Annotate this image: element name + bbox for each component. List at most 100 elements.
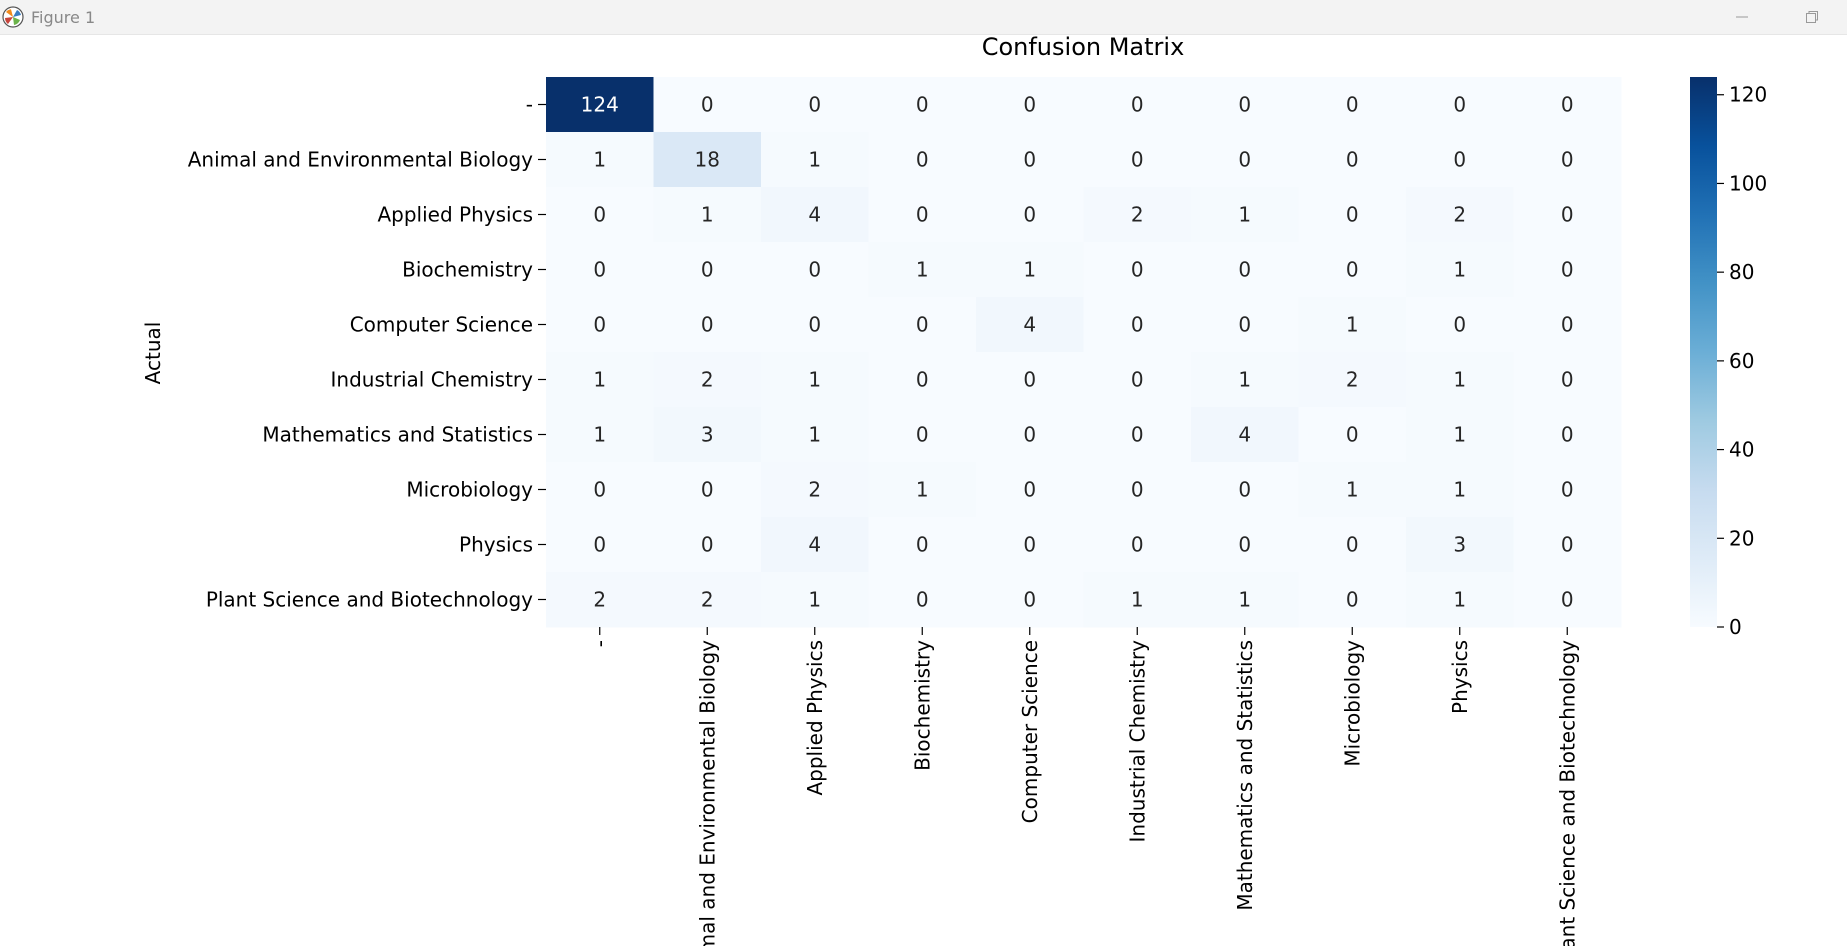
x-tick-label: - (588, 640, 612, 647)
cell-value-label: 1 (1453, 368, 1466, 392)
cell-value-label: 1 (1131, 588, 1144, 612)
cell-value-label: 0 (916, 148, 929, 172)
cell-value-label: 0 (701, 93, 714, 117)
cell-value-label: 0 (1238, 313, 1251, 337)
cell-value-label: 1 (1238, 588, 1251, 612)
cell-value-label: 0 (1238, 148, 1251, 172)
y-tick-label: - (526, 93, 533, 117)
cell-value-label: 0 (1561, 478, 1574, 502)
cell-value-label: 0 (1023, 478, 1036, 502)
cell-value-label: 1 (593, 423, 606, 447)
cell-value-label: 0 (1238, 93, 1251, 117)
cell-value-label: 0 (1023, 533, 1036, 557)
colorbar-tick-label: 80 (1729, 260, 1754, 284)
colorbar-tick-label: 0 (1729, 615, 1742, 639)
cell-value-label: 0 (1023, 203, 1036, 227)
cell-value-label: 1 (701, 203, 714, 227)
restore-icon (1806, 11, 1818, 23)
cell-value-label: 2 (1346, 368, 1359, 392)
cell-value-label: 0 (1561, 258, 1574, 282)
cell-value-label: 1 (808, 588, 821, 612)
cell-value-label: 0 (701, 258, 714, 282)
cell-value-label: 1 (1453, 478, 1466, 502)
cell-value-label: 0 (1131, 313, 1144, 337)
cell-value-label: 0 (1453, 313, 1466, 337)
x-tick-label: Industrial Chemistry (1125, 640, 1149, 843)
x-tick-labels: - Animal and Environmental Biology Applied… (588, 627, 1579, 950)
cell-value-label: 1 (1346, 313, 1359, 337)
cell-value-label: 0 (1023, 93, 1036, 117)
cell-value-label: 0 (1346, 148, 1359, 172)
cell-value-label: 1 (1346, 478, 1359, 502)
minimize-button[interactable] (1720, 4, 1764, 30)
cell-value-label: 0 (1023, 368, 1036, 392)
cell-value-label: 2 (1131, 203, 1144, 227)
cell-value-label: 0 (916, 423, 929, 447)
y-tick-label: Mathematics and Statistics (262, 423, 533, 447)
cell-value-label: 0 (1561, 148, 1574, 172)
cell-value-label: 1 (1238, 203, 1251, 227)
cell-value-label: 2 (701, 368, 714, 392)
y-tick-label: Applied Physics (377, 203, 533, 227)
cell-value-label: 1 (916, 478, 929, 502)
cell-value-label: 0 (1346, 93, 1359, 117)
y-tick-label: Computer Science (350, 313, 533, 337)
cell-value-label: 0 (916, 93, 929, 117)
cell-value-label: 0 (1131, 368, 1144, 392)
confusion-matrix-chart: Confusion Matrix Actual 124 0 0 0 0 0 0 0 0 01 18 1… (141, 33, 1767, 950)
cell-value-label: 2 (701, 588, 714, 612)
cell-value-label: 0 (916, 533, 929, 557)
cell-value-label: 0 (1346, 423, 1359, 447)
cell-value-label: 4 (808, 533, 821, 557)
maximize-button[interactable] (1790, 4, 1834, 30)
cell-value-label: 0 (593, 533, 606, 557)
cell-value-label: 0 (808, 258, 821, 282)
y-tick-labels: - Animal and Environmental Biology Applied… (188, 93, 546, 612)
cell-value-label: 4 (1238, 423, 1251, 447)
cell-value-label: 1 (808, 368, 821, 392)
cell-value-label: 1 (1453, 423, 1466, 447)
cell-value-label: 0 (1023, 588, 1036, 612)
y-tick-label: Physics (459, 533, 533, 557)
cell-value-label: 0 (593, 313, 606, 337)
cell-value-label: 0 (1346, 203, 1359, 227)
cell-value-label: 0 (1561, 313, 1574, 337)
cell-value-label: 0 (593, 478, 606, 502)
cell-value-label: 0 (1561, 93, 1574, 117)
cell-value-label: 0 (1453, 148, 1466, 172)
colorbar-tick-label: 20 (1729, 526, 1754, 550)
cell-value-label: 1 (1238, 368, 1251, 392)
matplotlib-icon (2, 6, 24, 28)
cell-value-label: 1 (1453, 258, 1466, 282)
colorbar-tick-label: 40 (1729, 438, 1754, 462)
cell-value-label: 0 (916, 313, 929, 337)
cell-value-label: 0 (1238, 533, 1251, 557)
cell-value-label: 0 (1561, 588, 1574, 612)
cell-value-label: 0 (1346, 588, 1359, 612)
cell-value-label: 0 (916, 203, 929, 227)
x-tick-label: Computer Science (1018, 640, 1042, 823)
cell-value-label: 0 (1023, 423, 1036, 447)
cell-value-label: 0 (1131, 478, 1144, 502)
colorbar-gradient (1690, 77, 1717, 627)
cell-value-label: 0 (593, 203, 606, 227)
cell-value-label: 0 (1561, 368, 1574, 392)
chart-area: Confusion Matrix Actual 124 0 0 0 0 0 0 0 0 0 1 18 1… (0, 33, 1847, 950)
cell-value-label: 0 (1238, 478, 1251, 502)
cell-value-label: 0 (593, 258, 606, 282)
cell-value-label: 124 (581, 93, 619, 117)
y-tick-label: Animal and Environmental Biology (188, 148, 533, 172)
y-axis-label: Actual (141, 322, 165, 385)
colorbar-tick-label: 60 (1729, 349, 1754, 373)
colorbar: 0 20 40 60 80 100 120 (1690, 77, 1767, 639)
cell-value-label: 0 (701, 533, 714, 557)
cell-value-label: 0 (1131, 148, 1144, 172)
cell-value-label: 3 (1453, 533, 1466, 557)
y-tick-label: Microbiology (406, 478, 533, 502)
cell-value-label: 0 (1561, 423, 1574, 447)
x-tick-label: Biochemistry (910, 640, 934, 771)
x-tick-label: Physics (1448, 640, 1472, 714)
cell-value-label: 0 (1561, 203, 1574, 227)
cell-value-label: 1 (808, 148, 821, 172)
x-tick-label: Mathematics and Statistics (1233, 640, 1257, 911)
